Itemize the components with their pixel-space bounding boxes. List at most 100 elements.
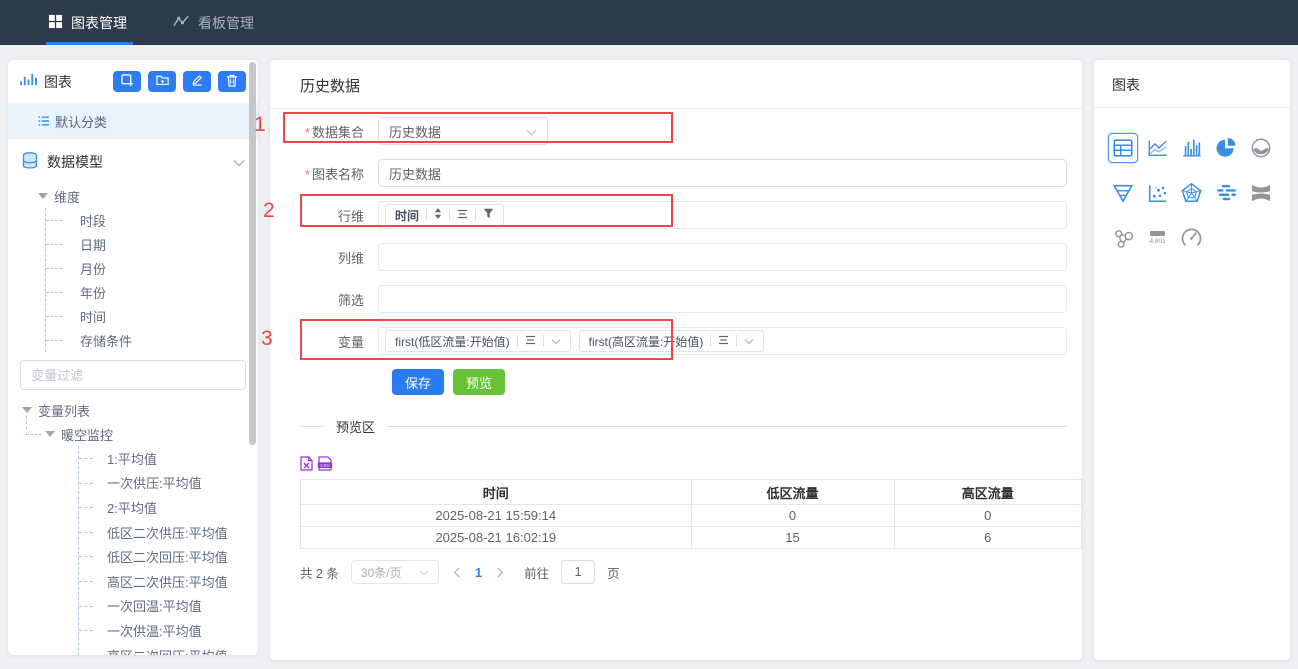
edit-pencil-icon (191, 74, 203, 89)
save-button[interactable]: 保存 (392, 369, 444, 395)
folder-add-button[interactable] (148, 71, 176, 92)
gauge-chart-icon[interactable] (1177, 223, 1207, 253)
sort-icon[interactable] (434, 208, 442, 222)
variable-tag-label: first(高区流量:开始值) (589, 333, 704, 350)
funnel-chart-icon[interactable] (1108, 178, 1138, 208)
filter-funnel-icon[interactable] (483, 208, 494, 222)
tree-leaf-dimension[interactable]: 日期 (46, 232, 258, 256)
tree-leaf-variable[interactable]: 低区二次回压:平均值 (79, 544, 258, 569)
folder-add-icon (156, 74, 169, 89)
aggregate-icon[interactable] (457, 208, 468, 222)
aggregate-icon[interactable] (525, 334, 536, 348)
variable-tag-label: first(低区流量:开始值) (395, 333, 510, 350)
page-size-select[interactable]: 30条/页 (351, 560, 439, 584)
tree-leaf-variable[interactable]: 一次回温:平均值 (79, 594, 258, 619)
tree-node-variable-group[interactable]: 暖空监控 (22, 422, 258, 446)
liquid-fill-chart-icon[interactable] (1246, 133, 1276, 163)
tree-leaf-dimension[interactable]: 时段 (46, 208, 258, 232)
dataset-label: *数据集合 (300, 122, 378, 141)
csv-export-button[interactable]: CSV (317, 456, 333, 474)
chevron-down-icon[interactable] (744, 334, 754, 348)
pagination-bar: 共 2 条 30条/页 1 前往 页 (300, 560, 1082, 584)
table-chart-icon[interactable] (1108, 133, 1138, 163)
relation-chart-icon[interactable] (1108, 223, 1138, 253)
required-asterisk: * (305, 125, 310, 140)
table-row[interactable]: 2025-08-21 15:59:14 0 0 (301, 505, 1082, 527)
row-dim-tag-label: 时间 (395, 207, 419, 224)
scatter-chart-icon[interactable] (1143, 178, 1173, 208)
database-icon (21, 152, 39, 172)
wordcloud-chart-icon[interactable] (1211, 178, 1241, 208)
preview-section-label: 预览区 (324, 417, 387, 436)
row-dim-tag[interactable]: 时间 (385, 204, 504, 226)
tree-node-dimensions[interactable]: 维度 (8, 184, 258, 208)
goto-page-input[interactable] (561, 560, 595, 584)
tree-leaf-dimension[interactable]: 存储条件 (46, 328, 258, 352)
tree-leaf-variable[interactable]: 一次供温:平均值 (79, 618, 258, 643)
col-dim-dropzone[interactable] (378, 243, 1067, 271)
prev-page-button[interactable] (451, 567, 463, 578)
sankey-chart-icon[interactable] (1246, 178, 1276, 208)
variable-tag[interactable]: first(高区流量:开始值) (579, 330, 765, 352)
csv-export-icon: CSV (317, 456, 333, 474)
variable-list-label: 变量列表 (38, 401, 90, 420)
row-dim-dropzone[interactable]: 时间 (378, 201, 1067, 229)
chevron-down-icon (233, 154, 245, 170)
chart-name-input[interactable] (378, 159, 1067, 187)
chart-add-icon (121, 74, 134, 90)
chart-editor-panel: 1 2 3 历史数据 *数据集合 历史数据 *图表名称 行维 (270, 60, 1082, 660)
excel-export-button[interactable] (300, 456, 313, 474)
radar-chart-icon[interactable] (1177, 178, 1207, 208)
preview-button[interactable]: 预览 (453, 369, 505, 395)
tree-leaf-variable[interactable]: 高区二次供压:平均值 (79, 569, 258, 594)
preview-table: 时间 低区流量 高区流量 2025-08-21 15:59:14 0 0 202… (300, 479, 1082, 549)
dataset-selected-value: 历史数据 (389, 122, 441, 141)
vars-dropzone[interactable]: first(低区流量:开始值) first(高区流量:开始值) (378, 327, 1067, 355)
variable-tag[interactable]: first(低区流量:开始值) (385, 330, 571, 352)
chart-type-grid: 4,801 (1094, 108, 1290, 278)
excel-export-icon (300, 456, 313, 474)
svg-text:CSV: CSV (320, 463, 330, 468)
variable-group-label: 暖空监控 (61, 425, 113, 444)
chevron-down-icon[interactable] (551, 334, 561, 348)
tab-dashboard-management[interactable]: 看板管理 (173, 0, 254, 45)
next-page-button[interactable] (494, 567, 506, 578)
tree-leaf-dimension[interactable]: 时间 (46, 304, 258, 328)
filter-dropzone[interactable] (378, 285, 1067, 313)
data-model-header[interactable]: 数据模型 (8, 139, 258, 184)
variable-filter-input[interactable] (20, 360, 246, 390)
tree-node-variable-list[interactable]: 变量列表 (8, 398, 258, 422)
col-header-time[interactable]: 时间 (301, 480, 692, 505)
pie-chart-icon[interactable] (1211, 133, 1241, 163)
tree-leaf-variable[interactable]: 高区二次回压:平均值 (79, 643, 258, 655)
chevron-down-icon (419, 565, 429, 579)
tree-leaf-dimension[interactable]: 月份 (46, 256, 258, 280)
chart-name-label: *图表名称 (300, 164, 378, 183)
tree-leaf-dimension[interactable]: 年份 (46, 280, 258, 304)
chart-add-button[interactable] (113, 71, 141, 92)
tab-label: 图表管理 (71, 13, 127, 33)
line-chart-icon[interactable] (1143, 133, 1173, 163)
sidebar-panel: 图表 默认分类 (8, 60, 258, 655)
pagination-total: 共 2 条 (300, 563, 339, 582)
chevron-down-icon (526, 124, 537, 139)
sidebar-item-default-category[interactable]: 默认分类 (8, 104, 258, 139)
table-row[interactable]: 2025-08-21 16:02:19 15 6 (301, 527, 1082, 549)
tree-leaf-variable[interactable]: 低区二次供压:平均值 (79, 520, 258, 545)
edit-button[interactable] (183, 71, 211, 92)
number-card-chart-icon[interactable]: 4,801 (1143, 223, 1173, 253)
aggregate-icon[interactable] (718, 334, 729, 348)
bar-chart-icon[interactable] (1177, 133, 1207, 163)
tree-leaf-variable[interactable]: 一次供压:平均值 (79, 471, 258, 496)
col-header-low-zone-flow[interactable]: 低区流量 (691, 480, 894, 505)
tab-chart-management[interactable]: 图表管理 (48, 0, 127, 45)
tree-leaf-variable[interactable]: 2:平均值 (79, 495, 258, 520)
delete-button[interactable] (218, 71, 246, 92)
tree-leaf-variable[interactable]: 1:平均值 (79, 446, 258, 471)
default-category-label: 默认分类 (55, 112, 107, 131)
trash-icon (226, 74, 238, 90)
current-page-number[interactable]: 1 (475, 565, 482, 580)
col-header-high-zone-flow[interactable]: 高区流量 (894, 480, 1081, 505)
dataset-select[interactable]: 历史数据 (378, 117, 548, 145)
scrollbar-thumb[interactable] (249, 62, 256, 445)
